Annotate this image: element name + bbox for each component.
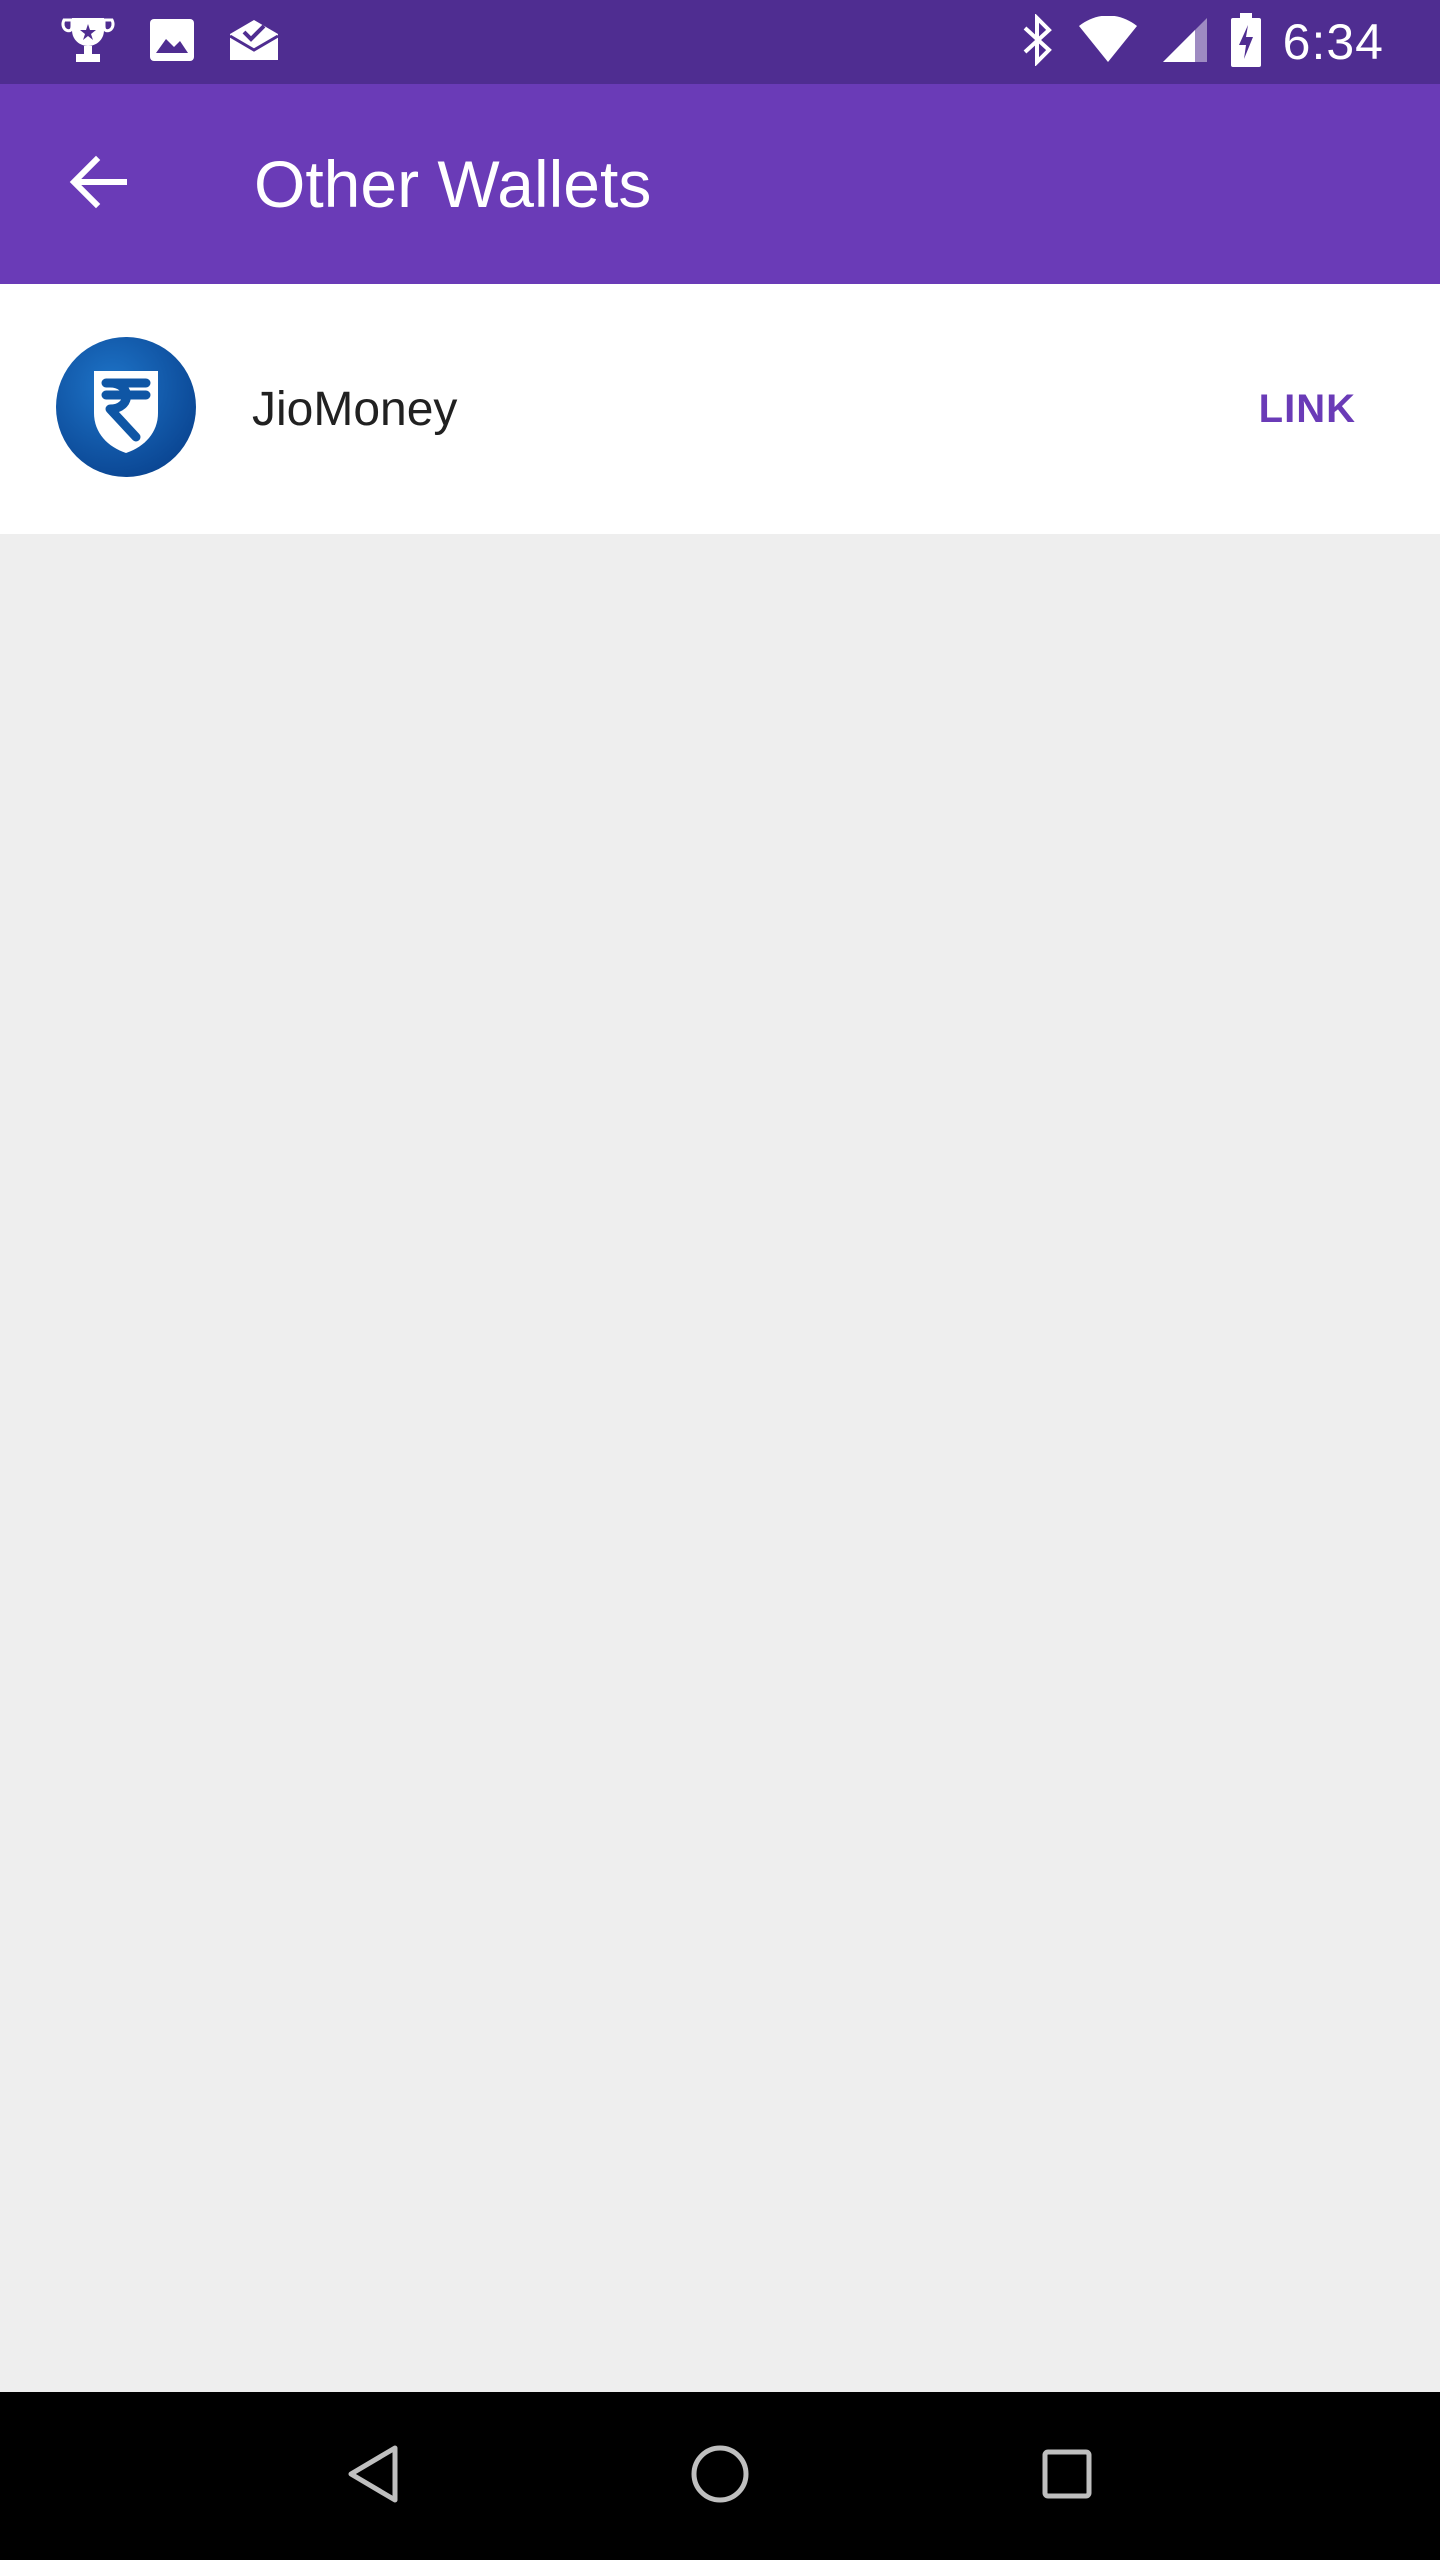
wallet-logo	[56, 336, 196, 482]
home-circle-icon	[689, 2443, 751, 2510]
mail-check-icon	[228, 16, 280, 69]
wifi-icon	[1077, 15, 1139, 69]
app-bar: Other Wallets	[0, 84, 1440, 284]
nav-home-button[interactable]	[665, 2421, 775, 2531]
signal-icon	[1161, 16, 1209, 69]
bluetooth-icon	[1021, 12, 1055, 71]
status-notification-icons	[60, 16, 312, 69]
rupee-shield-icon	[56, 336, 196, 482]
back-button[interactable]	[38, 124, 158, 244]
image-icon	[148, 17, 196, 68]
navigation-bar	[0, 2392, 1440, 2560]
page-title: Other Wallets	[254, 147, 652, 221]
battery-charging-icon	[1230, 12, 1261, 72]
link-button[interactable]: LINK	[1259, 387, 1356, 432]
status-bar: 6:34	[0, 0, 1440, 84]
back-triangle-icon	[343, 2442, 403, 2511]
status-system-icons: 6:34	[999, 12, 1384, 72]
status-time: 6:34	[1282, 14, 1384, 70]
trophy-icon	[60, 16, 116, 69]
nav-recents-button[interactable]	[1012, 2421, 1122, 2531]
wallet-name: JioMoney	[252, 382, 458, 436]
list-item-jiomoney[interactable]: JioMoney LINK	[0, 284, 1440, 534]
nav-back-button[interactable]	[318, 2421, 428, 2531]
recents-square-icon	[1039, 2446, 1095, 2507]
arrow-back-icon	[68, 155, 128, 214]
